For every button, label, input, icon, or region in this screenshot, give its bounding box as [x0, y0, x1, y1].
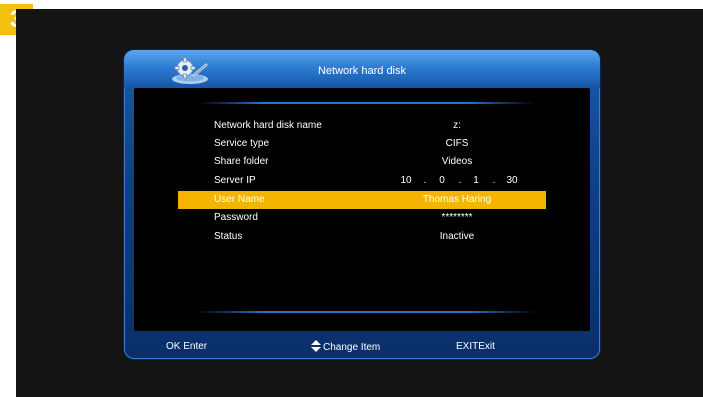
- change-item-label: Change Item: [323, 342, 381, 353]
- setting-label: User Name: [214, 194, 265, 205]
- server-ip-value: 10 . 0 . 1 . 30: [396, 172, 520, 190]
- exit-hint[interactable]: EXITExit: [456, 340, 495, 354]
- ip-octet: 30: [506, 175, 518, 186]
- setting-row-network-hard-disk-name[interactable]: Network hard disk name z:: [178, 117, 546, 135]
- setting-row-password[interactable]: Password ********: [178, 209, 546, 227]
- setting-row-share-folder[interactable]: Share folder Videos: [178, 153, 546, 171]
- setting-label: Status: [214, 231, 243, 242]
- setting-label: Share folder: [214, 156, 269, 167]
- enter-label: Enter: [183, 341, 208, 352]
- setting-row-status[interactable]: Status Inactive: [178, 228, 546, 246]
- setting-value: Inactive: [439, 231, 475, 242]
- setting-label: Service type: [214, 138, 270, 149]
- ip-octet: 0: [439, 175, 445, 186]
- ip-separator: .: [423, 175, 427, 186]
- change-item-hint[interactable]: Change Item: [311, 340, 380, 354]
- setting-value: Thomas Haring: [422, 194, 492, 205]
- setting-label: Password: [214, 212, 258, 223]
- setting-value: ********: [441, 212, 473, 223]
- setting-label: Server IP: [214, 175, 256, 186]
- up-down-arrow-icon: [311, 340, 321, 352]
- setting-row-server-ip[interactable]: Server IP 10 . 0 . 1 . 30: [178, 172, 546, 190]
- ip-separator: .: [492, 175, 496, 186]
- button-hint-bar: OK Enter Change Item EXITExit: [124, 331, 600, 359]
- setting-value: CIFS: [445, 138, 469, 149]
- ip-separator: .: [458, 175, 462, 186]
- ok-enter-hint[interactable]: OK Enter: [166, 340, 207, 354]
- setting-label: Network hard disk name: [214, 120, 322, 131]
- exit-label: Exit: [478, 341, 495, 352]
- settings-panel: Network hard disk name z: Service type C…: [134, 88, 590, 331]
- exit-key-label: EXIT: [456, 341, 479, 352]
- dialog-title: Network hard disk: [317, 65, 407, 77]
- network-hard-disk-dialog: Network hard disk Network hard disk name…: [124, 50, 600, 359]
- ok-key-label: OK: [166, 341, 181, 352]
- ip-octet: 1: [473, 175, 479, 186]
- settings-list: Network hard disk name z: Service type C…: [178, 88, 546, 331]
- setting-value: Videos: [441, 156, 473, 167]
- ip-octet: 10: [400, 175, 412, 186]
- setting-row-service-type[interactable]: Service type CIFS: [178, 135, 546, 153]
- bottom-divider: [196, 311, 536, 313]
- setting-row-user-name[interactable]: User Name Thomas Haring: [178, 191, 546, 209]
- setting-value: z:: [453, 120, 461, 131]
